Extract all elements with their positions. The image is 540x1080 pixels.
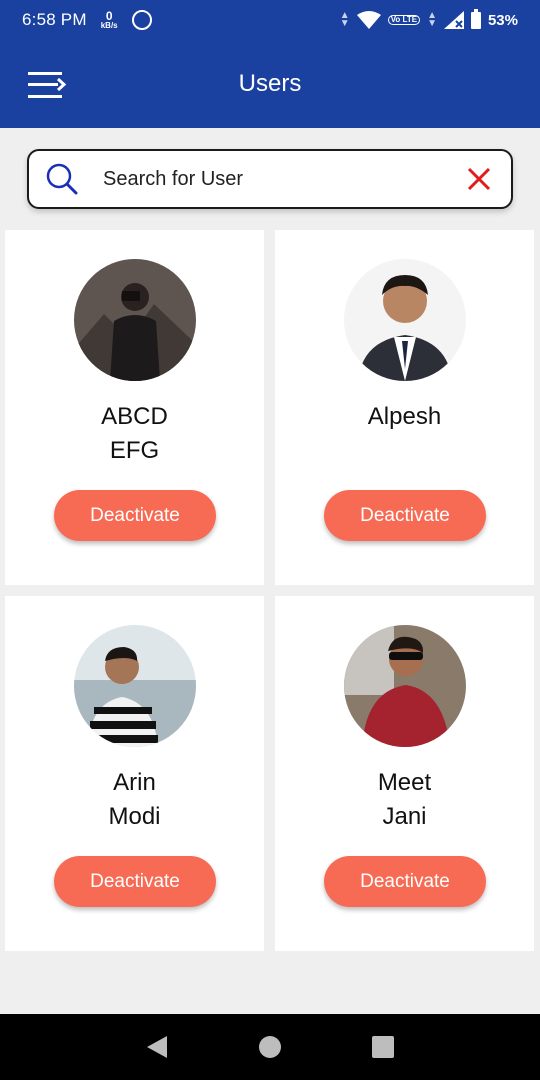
user-name: Alpesh xyxy=(275,400,534,434)
user-card: Arin Modi Deactivate xyxy=(5,596,264,951)
avatar[interactable] xyxy=(73,259,196,381)
app-bar: Users xyxy=(0,40,540,128)
back-triangle-icon[interactable] xyxy=(137,1027,177,1067)
moon-icon xyxy=(131,10,152,30)
network-speed-unit: kB/s xyxy=(100,21,118,30)
search-icon[interactable] xyxy=(45,162,79,196)
deactivate-button[interactable]: Deactivate xyxy=(54,856,216,907)
user-name: Arin Modi xyxy=(5,766,264,834)
avatar[interactable] xyxy=(343,259,466,381)
page-title: Users xyxy=(238,70,302,97)
deactivate-button[interactable]: Deactivate xyxy=(324,856,486,907)
user-name-line: Arin xyxy=(113,769,156,796)
user-card: ABCD EFG Deactivate xyxy=(5,230,264,585)
search-bar xyxy=(27,149,513,209)
network-speed: 0 kB/s xyxy=(101,10,118,30)
users-grid: ABCD EFG Deactivate Alpesh Deactivate Ar… xyxy=(5,230,535,951)
battery-icon xyxy=(470,8,481,29)
mobile-data-arrows-icon: ▲ ▼ xyxy=(427,10,437,29)
navigation-bar xyxy=(0,1014,540,1080)
menu-icon[interactable] xyxy=(26,68,68,104)
deactivate-button[interactable]: Deactivate xyxy=(54,490,216,541)
volte-badge: Vo LTE xyxy=(387,14,421,26)
wifi-icon xyxy=(356,11,381,29)
user-name-line: Alpesh xyxy=(367,403,442,430)
home-circle-icon[interactable] xyxy=(250,1027,290,1067)
avatar[interactable] xyxy=(73,625,196,747)
user-name-line: ABCD xyxy=(101,403,168,430)
avatar[interactable] xyxy=(343,625,466,747)
search-input[interactable] xyxy=(103,167,465,191)
user-name-line: Meet xyxy=(377,769,432,796)
user-name-line: Jani xyxy=(382,803,427,830)
status-time: 6:58 PM xyxy=(22,10,87,29)
deactivate-button[interactable]: Deactivate xyxy=(324,490,486,541)
close-icon[interactable] xyxy=(465,165,493,193)
user-name-line: Modi xyxy=(108,803,161,830)
user-name-line: EFG xyxy=(109,437,160,464)
user-card: Alpesh Deactivate xyxy=(275,230,534,585)
user-card: Meet Jani Deactivate xyxy=(275,596,534,951)
user-name: Meet Jani xyxy=(275,766,534,834)
data-arrows-icon: ▲ ▼ xyxy=(339,10,350,29)
status-bar: 6:58 PM 0 kB/s ▲ ▼ Vo LTE ▲ ▼ 53% xyxy=(0,0,540,40)
battery-percent: 53% xyxy=(487,11,518,29)
signal-icon xyxy=(443,11,464,29)
recents-square-icon[interactable] xyxy=(363,1027,403,1067)
user-name: ABCD EFG xyxy=(5,400,264,468)
